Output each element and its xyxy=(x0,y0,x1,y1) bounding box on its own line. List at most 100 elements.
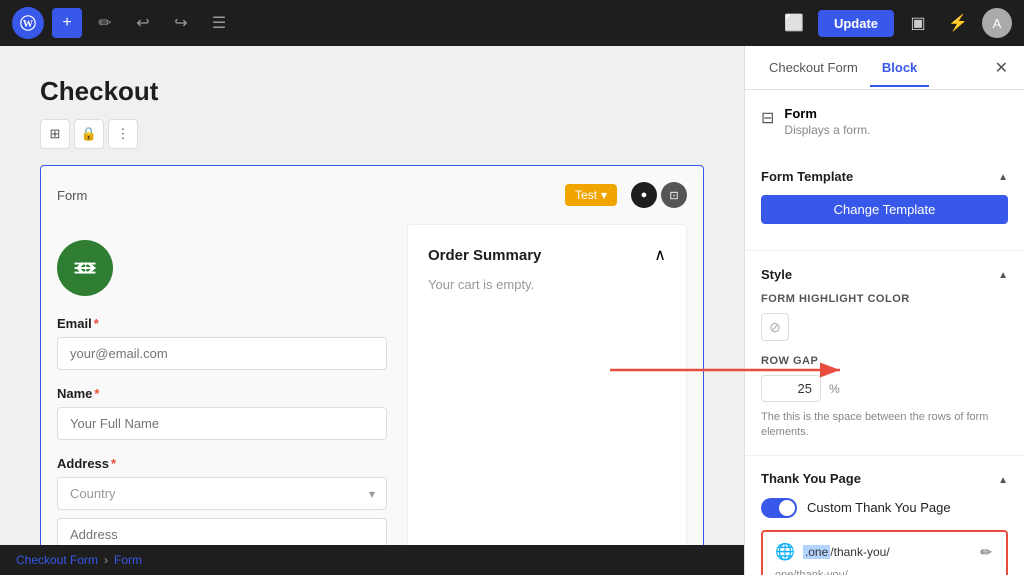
globe-icon: 🌐 xyxy=(775,542,795,562)
url-box: 🌐 .one/thank-you/ ✏ one/thank-you/ xyxy=(761,530,1008,575)
address-label: Address * xyxy=(57,456,387,471)
style-section: Style FORM HIGHLIGHT COLOR ⊘ ROW GAP % T… xyxy=(745,251,1024,456)
url-path: /thank-you/ xyxy=(830,545,889,559)
arrow-indicator xyxy=(610,358,850,382)
form-block: Form Test ▾ ● ⊡ xyxy=(40,165,704,575)
form-info-icon: ⊟ xyxy=(761,108,774,128)
brand-logo xyxy=(57,240,113,296)
pen-tool-button[interactable]: ✏ xyxy=(90,8,120,38)
order-summary-header: Order Summary ∧ xyxy=(428,245,666,265)
lightning-icon[interactable]: ⚡ xyxy=(942,7,974,39)
order-summary-title: Order Summary xyxy=(428,247,541,264)
block-controls: ⊞ 🔒 ⋮ xyxy=(40,119,704,149)
url-full-prefix: one/ xyxy=(775,569,796,575)
country-select-wrapper: Country xyxy=(57,477,387,510)
thank-you-chevron xyxy=(998,470,1008,488)
form-icon-1[interactable]: ● xyxy=(631,182,657,208)
block-lock-icon[interactable]: 🔒 xyxy=(74,119,104,149)
thank-you-page-section: Thank You Page Custom Thank You Page 🌐 .… xyxy=(745,456,1024,575)
form-info-text: Form Displays a form. xyxy=(784,106,870,137)
thank-you-header[interactable]: Thank You Page xyxy=(761,470,1008,488)
style-chevron xyxy=(998,265,1008,283)
form-block-header: Form Test ▾ ● ⊡ xyxy=(57,182,687,208)
desktop-view-icon[interactable]: ⬜ xyxy=(778,7,810,39)
url-row: 🌐 .one/thank-you/ ✏ xyxy=(775,542,994,563)
change-template-button[interactable]: Change Template xyxy=(761,195,1008,224)
url-edit-button[interactable]: ✏ xyxy=(978,542,994,563)
sidebar-tabs: Checkout Form Block ✕ xyxy=(745,46,1024,90)
form-template-chevron xyxy=(998,167,1008,185)
sidebar-content: ⊟ Form Displays a form. Form Template Ch… xyxy=(745,90,1024,575)
form-template-title: Form Template xyxy=(761,169,853,184)
breadcrumb-separator: › xyxy=(104,553,108,567)
update-button[interactable]: Update xyxy=(818,10,894,37)
breadcrumb: Checkout Form › Form xyxy=(0,545,744,575)
breadcrumb-parent[interactable]: Checkout Form xyxy=(16,553,98,567)
form-block-icons: ● ⊡ xyxy=(631,182,687,208)
country-select[interactable]: Country xyxy=(57,477,387,510)
sidebar-close-button[interactable]: ✕ xyxy=(991,54,1012,82)
email-field-group: Email * xyxy=(57,316,387,370)
form-template-section: Form Template Change Template xyxy=(745,153,1024,251)
row-gap-description: The this is the space between the rows o… xyxy=(761,410,1008,441)
toggle-row: Custom Thank You Page xyxy=(761,498,1008,518)
undo-button[interactable]: ↩ xyxy=(128,8,158,38)
form-info-title: Form xyxy=(784,106,870,121)
toggle-label: Custom Thank You Page xyxy=(807,500,951,515)
email-input[interactable] xyxy=(57,337,387,370)
form-info: ⊟ Form Displays a form. xyxy=(745,90,1024,153)
style-header[interactable]: Style xyxy=(761,265,1008,283)
toggle-sidebar-icon[interactable]: ▣ xyxy=(902,7,934,39)
url-full-path: thank-you/ xyxy=(796,569,847,575)
form-content: Email * Name * xyxy=(57,224,687,575)
svg-text:W: W xyxy=(23,19,34,30)
test-chevron-icon: ▾ xyxy=(601,188,607,202)
row-gap-unit: % xyxy=(829,382,840,396)
toolbar: W + ✏ ↩ ↪ ☰ ⬜ Update ▣ ⚡ A xyxy=(0,0,1024,46)
style-title: Style xyxy=(761,267,792,282)
address-required: * xyxy=(111,456,116,471)
name-label: Name * xyxy=(57,386,387,401)
user-avatar-icon[interactable]: A xyxy=(982,8,1012,38)
form-block-label: Form xyxy=(57,188,87,203)
toolbar-right: ⬜ Update ▣ ⚡ A xyxy=(778,7,1012,39)
thank-you-content: Custom Thank You Page 🌐 .one/thank-you/ … xyxy=(761,498,1008,575)
color-picker-row: ⊘ xyxy=(761,313,1008,341)
editor-area: Checkout ⊞ 🔒 ⋮ Form Test ▾ ● ⊡ xyxy=(0,46,744,575)
url-highlighted: .one xyxy=(803,545,830,559)
form-header-right: Test ▾ ● ⊡ xyxy=(565,182,687,208)
custom-thank-you-toggle[interactable] xyxy=(761,498,797,518)
order-summary-chevron[interactable]: ∧ xyxy=(654,245,666,265)
url-full: one/thank-you/ xyxy=(775,569,994,575)
highlight-color-swatch[interactable]: ⊘ xyxy=(761,313,789,341)
email-label: Email * xyxy=(57,316,387,331)
form-template-content: Change Template xyxy=(761,195,1008,236)
name-input[interactable] xyxy=(57,407,387,440)
redo-button[interactable]: ↪ xyxy=(166,8,196,38)
highlight-color-label: FORM HIGHLIGHT COLOR xyxy=(761,293,1008,305)
order-summary: Order Summary ∧ Your cart is empty. xyxy=(407,224,687,575)
block-grid-icon[interactable]: ⊞ xyxy=(40,119,70,149)
test-button[interactable]: Test ▾ xyxy=(565,184,617,206)
right-sidebar: Checkout Form Block ✕ ⊟ Form Displays a … xyxy=(744,46,1024,575)
block-menu-icon[interactable]: ⋮ xyxy=(108,119,138,149)
thank-you-title: Thank You Page xyxy=(761,471,861,486)
email-required: * xyxy=(94,316,99,331)
form-icon-2[interactable]: ⊡ xyxy=(661,182,687,208)
name-required: * xyxy=(94,386,99,401)
sidebar-tab-group: Checkout Form Block xyxy=(757,50,929,86)
form-info-description: Displays a form. xyxy=(784,123,870,137)
page-title: Checkout xyxy=(40,76,704,107)
form-template-header[interactable]: Form Template xyxy=(761,167,1008,185)
breadcrumb-child[interactable]: Form xyxy=(114,553,142,567)
order-summary-empty: Your cart is empty. xyxy=(428,277,666,292)
tab-checkout-form[interactable]: Checkout Form xyxy=(757,50,870,87)
tab-block[interactable]: Block xyxy=(870,50,929,87)
list-view-button[interactable]: ☰ xyxy=(204,8,234,38)
add-block-button[interactable]: + xyxy=(52,8,82,38)
name-field-group: Name * xyxy=(57,386,387,440)
checkout-form-fields: Email * Name * xyxy=(57,224,387,575)
toolbar-left: W + ✏ ↩ ↪ ☰ xyxy=(12,7,234,39)
url-display: .one/thank-you/ xyxy=(803,545,970,559)
wordpress-icon[interactable]: W xyxy=(12,7,44,39)
